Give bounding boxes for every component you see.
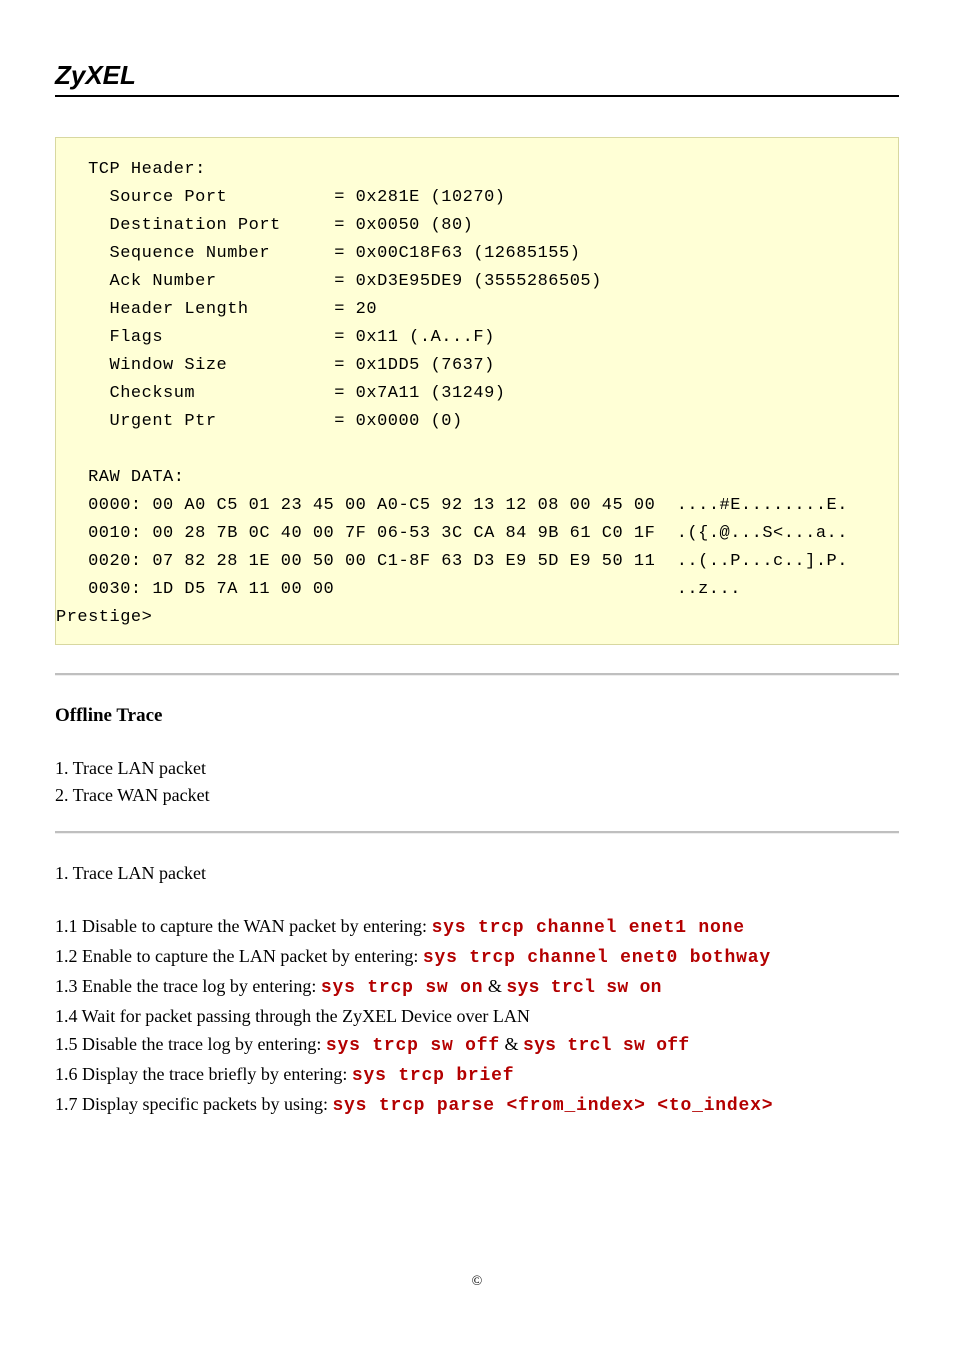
tcp-row-label: Header Length <box>110 300 249 319</box>
tcp-header-title: TCP Header: <box>88 160 206 179</box>
raw-ascii: ....#E........E. <box>677 496 848 515</box>
step-text: 1.4 Wait for packet passing through the … <box>55 1006 530 1026</box>
section-divider <box>55 831 899 833</box>
step: 1.4 Wait for packet passing through the … <box>55 1002 899 1030</box>
tcp-row-label: Flags <box>110 328 164 347</box>
tcp-row-label: Checksum <box>110 384 196 403</box>
step: 1.5 Disable the trace log by entering: s… <box>55 1030 899 1060</box>
list-item: 1. Trace LAN packet <box>55 755 899 782</box>
packet-dump-box: TCP Header: Source Port = 0x281E (10270)… <box>55 137 899 645</box>
raw-ascii: ..z... <box>677 580 741 599</box>
step: 1.6 Display the trace briefly by enterin… <box>55 1060 899 1090</box>
step-text: 1.5 Disable the trace log by entering: <box>55 1034 326 1054</box>
step-text: 1.1 Disable to capture the WAN packet by… <box>55 916 432 936</box>
raw-ascii: ..(..P...c..].P. <box>677 552 848 571</box>
trace-lan-subhead: 1. Trace LAN packet <box>55 863 899 884</box>
tcp-row-label: Destination Port <box>110 216 281 235</box>
tcp-row-label: Window Size <box>110 356 228 375</box>
tcp-row-label: Sequence Number <box>110 244 271 263</box>
tcp-row-value: = 20 <box>334 300 377 319</box>
step: 1.1 Disable to capture the WAN packet by… <box>55 912 899 942</box>
step-command: sys trcp brief <box>352 1066 514 1086</box>
step: 1.7 Display specific packets by using: s… <box>55 1090 899 1120</box>
tcp-row-value: = 0x11 (.A...F) <box>334 328 495 347</box>
tcp-row-value: = 0x0050 (80) <box>334 216 473 235</box>
tcp-row-value: = 0x00C18F63 (12685155) <box>334 244 580 263</box>
raw-hex: 0030: 1D D5 7A 11 00 00 <box>88 580 334 599</box>
step: 1.2 Enable to capture the LAN packet by … <box>55 942 899 972</box>
step-command: sys trcp sw on <box>321 978 483 998</box>
offline-list: 1. Trace LAN packet 2. Trace WAN packet <box>55 755 899 809</box>
steps: 1.1 Disable to capture the WAN packet by… <box>55 912 899 1120</box>
brand-logo: ZyXEL <box>55 60 899 95</box>
raw-hex: 0000: 00 A0 C5 01 23 45 00 A0-C5 92 13 1… <box>88 496 655 515</box>
step-text: 1.7 Display specific packets by using: <box>55 1094 332 1114</box>
raw-ascii: .({.@...S<...a.. <box>677 524 848 543</box>
raw-hex: 0020: 07 82 28 1E 00 50 00 C1-8F 63 D3 E… <box>88 552 655 571</box>
tcp-row-value: = 0xD3E95DE9 (3555286505) <box>334 272 602 291</box>
step: 1.3 Enable the trace log by entering: sy… <box>55 972 899 1002</box>
step-text: 1.3 Enable the trace log by entering: <box>55 976 321 996</box>
step-command: sys trcp parse <from_index> <to_index> <box>332 1096 773 1116</box>
tcp-row-value: = 0x7A11 (31249) <box>334 384 505 403</box>
step-command: sys trcp sw off <box>326 1036 500 1056</box>
ampersand: & <box>483 976 506 996</box>
tcp-row-label: Urgent Ptr <box>110 412 217 431</box>
list-item: 2. Trace WAN packet <box>55 782 899 809</box>
prompt: Prestige> <box>56 608 152 627</box>
tcp-row-label: Ack Number <box>110 272 217 291</box>
page-footer: © <box>0 1274 954 1290</box>
step-text: 1.6 Display the trace briefly by enterin… <box>55 1064 352 1084</box>
step-command: sys trcl sw on <box>506 978 661 998</box>
brand-divider <box>55 95 899 97</box>
tcp-row-value: = 0x1DD5 (7637) <box>334 356 495 375</box>
step-command: sys trcl sw off <box>523 1036 690 1056</box>
tcp-row-value: = 0x281E (10270) <box>334 188 505 207</box>
raw-data-title: RAW DATA: <box>88 468 184 487</box>
step-command: sys trcp channel enet0 bothway <box>423 948 771 968</box>
ampersand: & <box>500 1034 523 1054</box>
offline-trace-heading: Offline Trace <box>55 705 899 727</box>
step-command: sys trcp channel enet1 none <box>432 918 745 938</box>
section-divider <box>55 673 899 675</box>
raw-hex: 0010: 00 28 7B 0C 40 00 7F 06-53 3C CA 8… <box>88 524 655 543</box>
tcp-row-label: Source Port <box>110 188 228 207</box>
tcp-row-value: = 0x0000 (0) <box>334 412 462 431</box>
step-text: 1.2 Enable to capture the LAN packet by … <box>55 946 423 966</box>
